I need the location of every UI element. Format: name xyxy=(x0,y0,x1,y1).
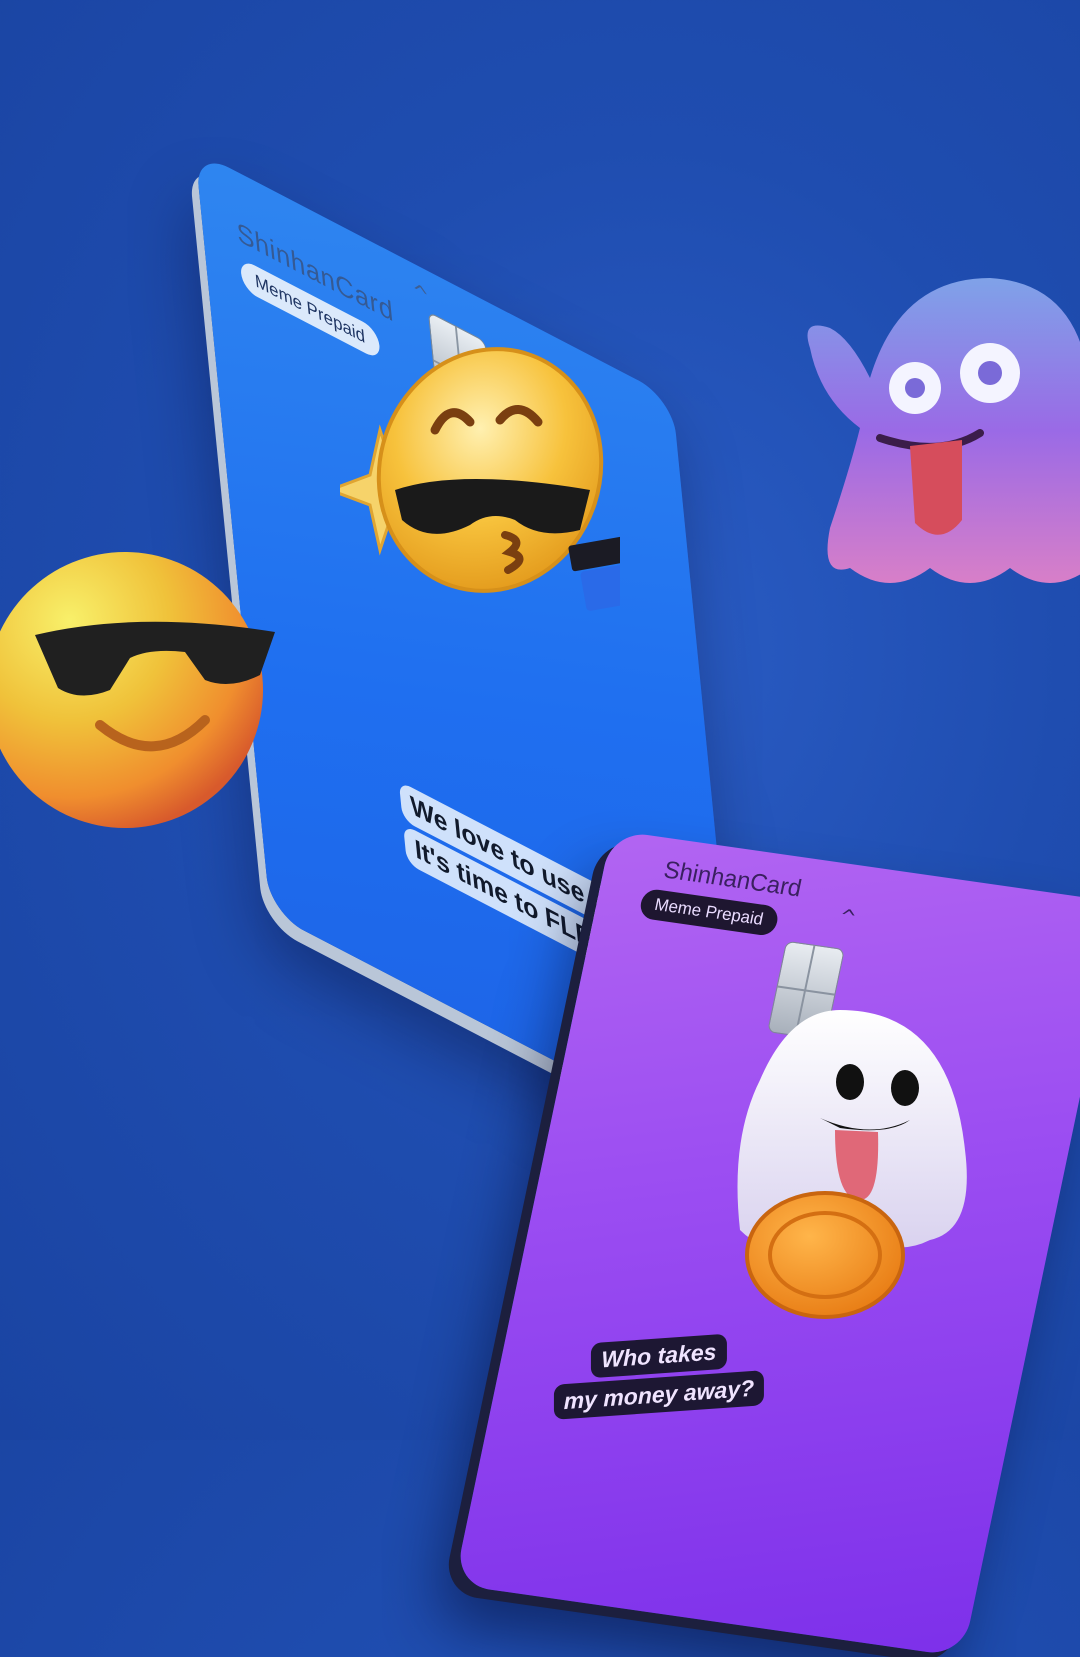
caret-icon: ^ xyxy=(837,903,859,930)
kissing-face-with-sunglasses-icon xyxy=(340,347,620,611)
white-ghost-with-coin-icon xyxy=(737,1010,967,1319)
promo-scene: ShinhanCard ^ Meme Prepaid We love to us… xyxy=(0,0,1080,1657)
card-message-line-1: Who takes xyxy=(591,1333,727,1379)
card-message: Who takes my money away? xyxy=(539,1328,779,1423)
purple-ghost-icon xyxy=(807,278,1080,583)
caret-icon: ^ xyxy=(411,276,431,311)
sunglasses-smiley-icon xyxy=(0,552,275,828)
card-message-line-2: my money away? xyxy=(553,1370,765,1420)
